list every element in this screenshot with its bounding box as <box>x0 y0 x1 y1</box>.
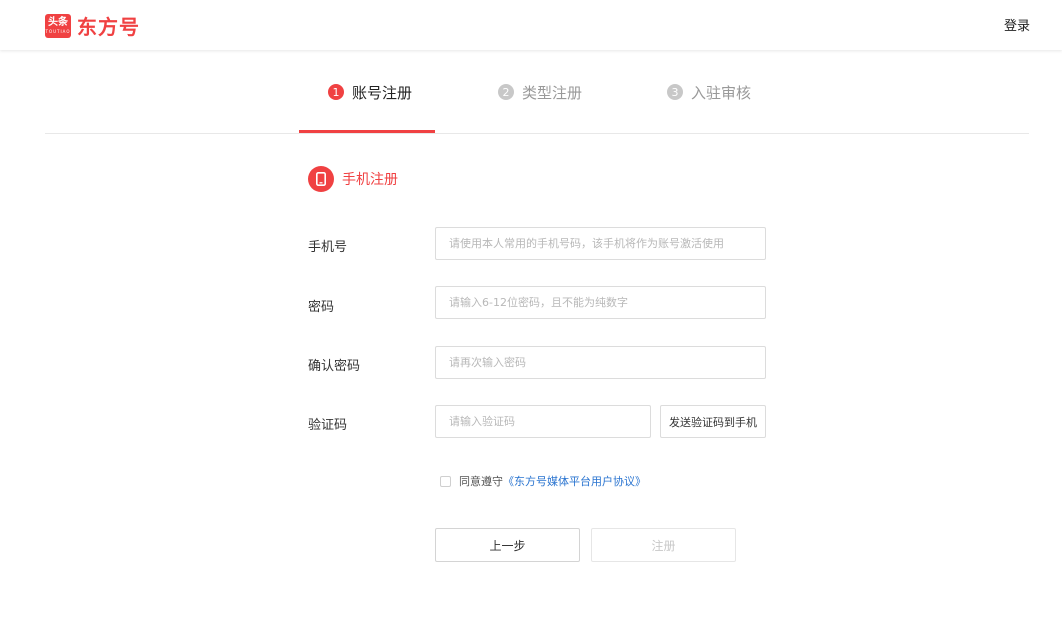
section-title-text: 手机注册 <box>342 172 398 188</box>
logo-badge-text: 头条 <box>48 16 68 28</box>
step-label: 账号注册 <box>352 83 413 102</box>
login-link[interactable]: 登录 <box>1004 15 1030 34</box>
agreement-row: 同意遵守 《东方号媒体平台用户协议》 <box>440 473 646 489</box>
step-type-register[interactable]: 2 类型注册 <box>498 50 582 134</box>
confirm-password-input[interactable] <box>435 346 766 379</box>
step-number: 2 <box>498 84 514 100</box>
step-label: 类型注册 <box>522 83 583 102</box>
phone-icon <box>308 166 334 192</box>
send-code-button[interactable]: 发送验证码到手机 <box>660 405 766 438</box>
step-progress: 1 账号注册 2 类型注册 3 入驻审核 <box>45 50 1029 134</box>
step-account-register[interactable]: 1 账号注册 <box>328 50 412 134</box>
agreement-checkbox[interactable] <box>440 475 451 487</box>
previous-step-button[interactable]: 上一步 <box>435 528 580 562</box>
top-header: 头条 TOUTIAO 东方号 登录 <box>0 0 1062 50</box>
logo-badge-subtext: TOUTIAO <box>45 28 71 34</box>
agreement-link[interactable]: 《东方号媒体平台用户协议》 <box>503 473 646 489</box>
verification-code-input[interactable] <box>435 405 651 438</box>
phone-input[interactable] <box>435 227 766 260</box>
phone-label: 手机号 <box>308 240 348 255</box>
toutiao-badge-icon: 头条 TOUTIAO <box>45 13 71 38</box>
verification-code-label: 验证码 <box>308 418 348 433</box>
confirm-password-label: 确认密码 <box>308 359 361 374</box>
section-title: 手机注册 <box>308 166 398 192</box>
active-step-underline <box>299 130 435 133</box>
step-number: 1 <box>328 84 344 100</box>
agreement-prefix: 同意遵守 <box>459 475 503 488</box>
password-label: 密码 <box>308 300 335 315</box>
step-number: 3 <box>667 84 683 100</box>
password-input[interactable] <box>435 286 766 319</box>
register-button[interactable]: 注册 <box>591 528 736 562</box>
site-logo[interactable]: 头条 TOUTIAO 东方号 <box>45 11 140 40</box>
step-review[interactable]: 3 入驻审核 <box>667 50 751 134</box>
logo-text: 东方号 <box>77 15 140 39</box>
step-label: 入驻审核 <box>691 83 752 102</box>
